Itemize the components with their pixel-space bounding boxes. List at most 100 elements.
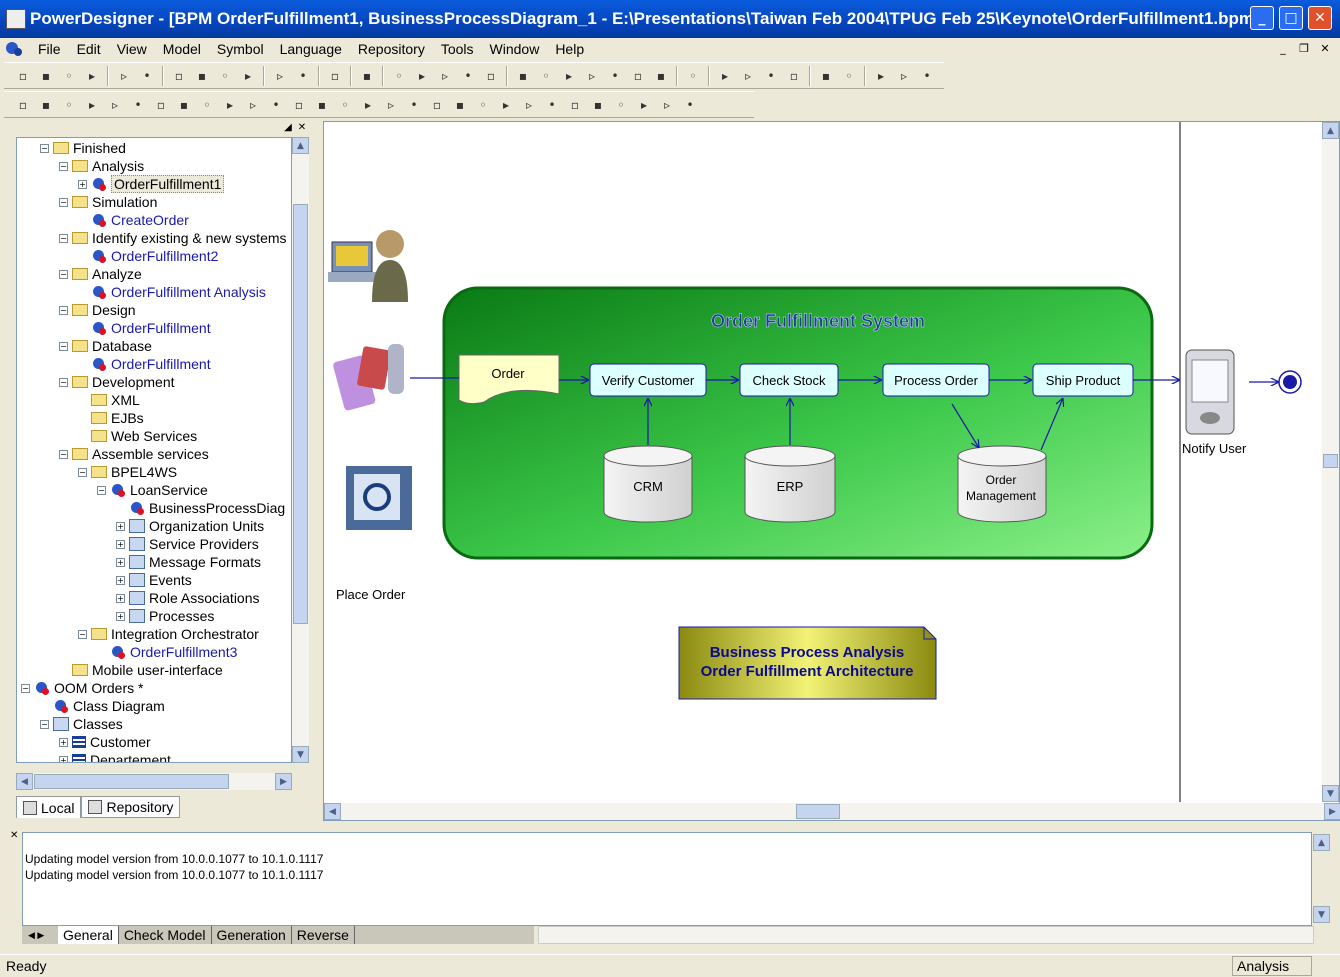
tool-24-icon[interactable]: ▫ — [627, 65, 649, 87]
tool-32-icon[interactable]: ◦ — [838, 65, 860, 87]
tree-item[interactable]: + Departement — [59, 751, 171, 762]
package-icon[interactable]: ▫ — [150, 94, 172, 116]
zoom-in-icon[interactable]: ▸ — [81, 94, 103, 116]
tab-general[interactable]: General — [58, 926, 119, 944]
canvas-scroll-right-icon[interactable]: ▶ — [1324, 803, 1340, 820]
expander-icon[interactable]: + — [59, 737, 68, 747]
data-icon[interactable]: • — [403, 94, 425, 116]
role-icon[interactable]: ▸ — [357, 94, 379, 116]
tab-generation[interactable]: Generation — [212, 926, 292, 944]
tree-item[interactable]: OrderFulfillment2 — [78, 247, 218, 265]
expander-icon[interactable]: − — [59, 161, 68, 171]
copy-icon[interactable]: ▪ — [191, 65, 213, 87]
file-icon[interactable]: ▫ — [426, 94, 448, 116]
redo-icon[interactable]: • — [292, 65, 314, 87]
tool-14-icon[interactable]: ◦ — [388, 65, 410, 87]
tab-nav-arrows[interactable]: ◀ ▶ — [22, 930, 58, 941]
hscroll-thumb[interactable] — [34, 774, 229, 789]
tree-item[interactable]: − OOM Orders * — [21, 679, 143, 697]
decision-icon[interactable]: ▪ — [311, 94, 333, 116]
pin-icon[interactable]: ◢ — [282, 121, 294, 133]
tree-item[interactable]: − Integration Orchestrator — [78, 625, 259, 643]
process-verify-customer[interactable]: Verify Customer — [589, 363, 707, 397]
tab-repository[interactable]: Repository — [81, 796, 181, 818]
properties-icon[interactable]: ▫ — [324, 65, 346, 87]
note-box[interactable]: Business Process Analysis Order Fulfillm… — [678, 626, 937, 700]
canvas-horizontal-scrollbar[interactable]: ◀ ▶ — [324, 803, 1340, 820]
tab-reverse[interactable]: Reverse — [292, 926, 355, 944]
tree-item[interactable]: + Service Providers — [116, 535, 259, 553]
link-icon[interactable]: ▪ — [173, 94, 195, 116]
tree-item[interactable]: − BPEL4WS — [78, 463, 177, 481]
tree-item[interactable]: − LoanService — [97, 481, 208, 499]
tool-21-icon[interactable]: ▸ — [558, 65, 580, 87]
tree-item[interactable]: + Processes — [116, 607, 214, 625]
process-icon[interactable]: ▸ — [219, 94, 241, 116]
output-scroll-up-icon[interactable]: ▲ — [1313, 834, 1330, 851]
mdi-minimize-button[interactable]: _ — [1274, 40, 1292, 56]
tool-29-icon[interactable]: • — [760, 65, 782, 87]
expander-icon[interactable]: − — [59, 233, 68, 243]
line-icon[interactable]: ▸ — [495, 94, 517, 116]
tree-item[interactable]: − Identify existing & new systems — [59, 229, 287, 247]
process-check-stock[interactable]: Check Stock — [739, 363, 839, 397]
tree-item[interactable]: + Organization Units — [116, 517, 264, 535]
menu-file[interactable]: File — [30, 41, 69, 57]
canvas-scroll-up-icon[interactable]: ▲ — [1322, 122, 1339, 139]
tree-item[interactable]: OrderFulfillment Analysis — [78, 283, 266, 301]
expander-icon[interactable]: + — [116, 575, 125, 585]
canvas-vscroll-thumb[interactable] — [1323, 454, 1338, 468]
expander-icon[interactable]: − — [59, 197, 68, 207]
hand-icon[interactable]: ◦ — [58, 94, 80, 116]
zoom-out-icon[interactable]: ▹ — [104, 94, 126, 116]
expander-icon[interactable]: + — [78, 179, 87, 189]
tool-25-icon[interactable]: ▪ — [650, 65, 672, 87]
scroll-up-icon[interactable]: ▲ — [292, 137, 309, 154]
scroll-down-icon[interactable]: ▼ — [292, 746, 309, 763]
output-horizontal-scrollbar[interactable] — [538, 926, 1314, 944]
tool-27-icon[interactable]: ▸ — [714, 65, 736, 87]
tool-28-icon[interactable]: ▹ — [737, 65, 759, 87]
close-button[interactable]: ✕ — [1308, 6, 1332, 30]
order-management-datastore[interactable]: Order Management — [957, 445, 1047, 523]
tool-20-icon[interactable]: ◦ — [535, 65, 557, 87]
flow-icon[interactable]: ▹ — [242, 94, 264, 116]
canvas-scroll-down-icon[interactable]: ▼ — [1322, 785, 1339, 802]
tree-vertical-scrollbar[interactable]: ▲ ▼ — [292, 137, 309, 763]
scroll-right-icon[interactable]: ▶ — [275, 773, 292, 790]
tool-18-icon[interactable]: ▫ — [480, 65, 502, 87]
tab-local[interactable]: Local — [16, 796, 82, 818]
tree-item[interactable]: − Finished — [40, 139, 126, 157]
tree-item[interactable]: OrderFulfillment3 — [97, 643, 237, 661]
expander-icon[interactable]: − — [59, 377, 68, 387]
mdi-close-button[interactable]: ✕ — [1316, 40, 1334, 56]
tool-30-icon[interactable]: ▫ — [783, 65, 805, 87]
browser-close-icon[interactable]: ✕ — [296, 121, 308, 133]
tree-item[interactable]: − Design — [59, 301, 136, 319]
arc-icon[interactable]: ▹ — [518, 94, 540, 116]
tree-horizontal-scrollbar[interactable]: ◀ ▶ — [16, 773, 292, 790]
diagram-canvas[interactable]: Place Order Order Fulfillment System Ord… — [323, 121, 1340, 821]
message-icon[interactable]: ▹ — [380, 94, 402, 116]
process-ship-product[interactable]: Ship Product — [1032, 363, 1134, 397]
menu-language[interactable]: Language — [272, 41, 350, 57]
print-icon[interactable]: • — [136, 65, 158, 87]
tab-check-model[interactable]: Check Model — [119, 926, 212, 944]
pointer-icon[interactable]: ▫ — [12, 94, 34, 116]
print-preview-icon[interactable]: ▹ — [113, 65, 135, 87]
tree-item[interactable]: Mobile user-interface — [59, 661, 223, 679]
model-check-icon[interactable]: ▪ — [356, 65, 378, 87]
tree-item[interactable]: Web Services — [78, 427, 197, 445]
expander-icon[interactable]: − — [40, 719, 49, 729]
delete-icon[interactable]: ▸ — [237, 65, 259, 87]
tool-28-icon[interactable]: ▹ — [656, 94, 678, 116]
canvas-scroll-left-icon[interactable]: ◀ — [324, 803, 341, 820]
tree-item[interactable]: OrderFulfillment — [78, 319, 211, 337]
expander-icon[interactable]: − — [59, 269, 68, 279]
tool-31-icon[interactable]: ▪ — [815, 65, 837, 87]
menu-window[interactable]: Window — [482, 41, 548, 57]
tool-15-icon[interactable]: ▸ — [411, 65, 433, 87]
expander-icon[interactable]: − — [59, 305, 68, 315]
expander-icon[interactable]: − — [59, 341, 68, 351]
output-text[interactable]: Updating model version from 10.0.0.1077 … — [22, 832, 1312, 926]
